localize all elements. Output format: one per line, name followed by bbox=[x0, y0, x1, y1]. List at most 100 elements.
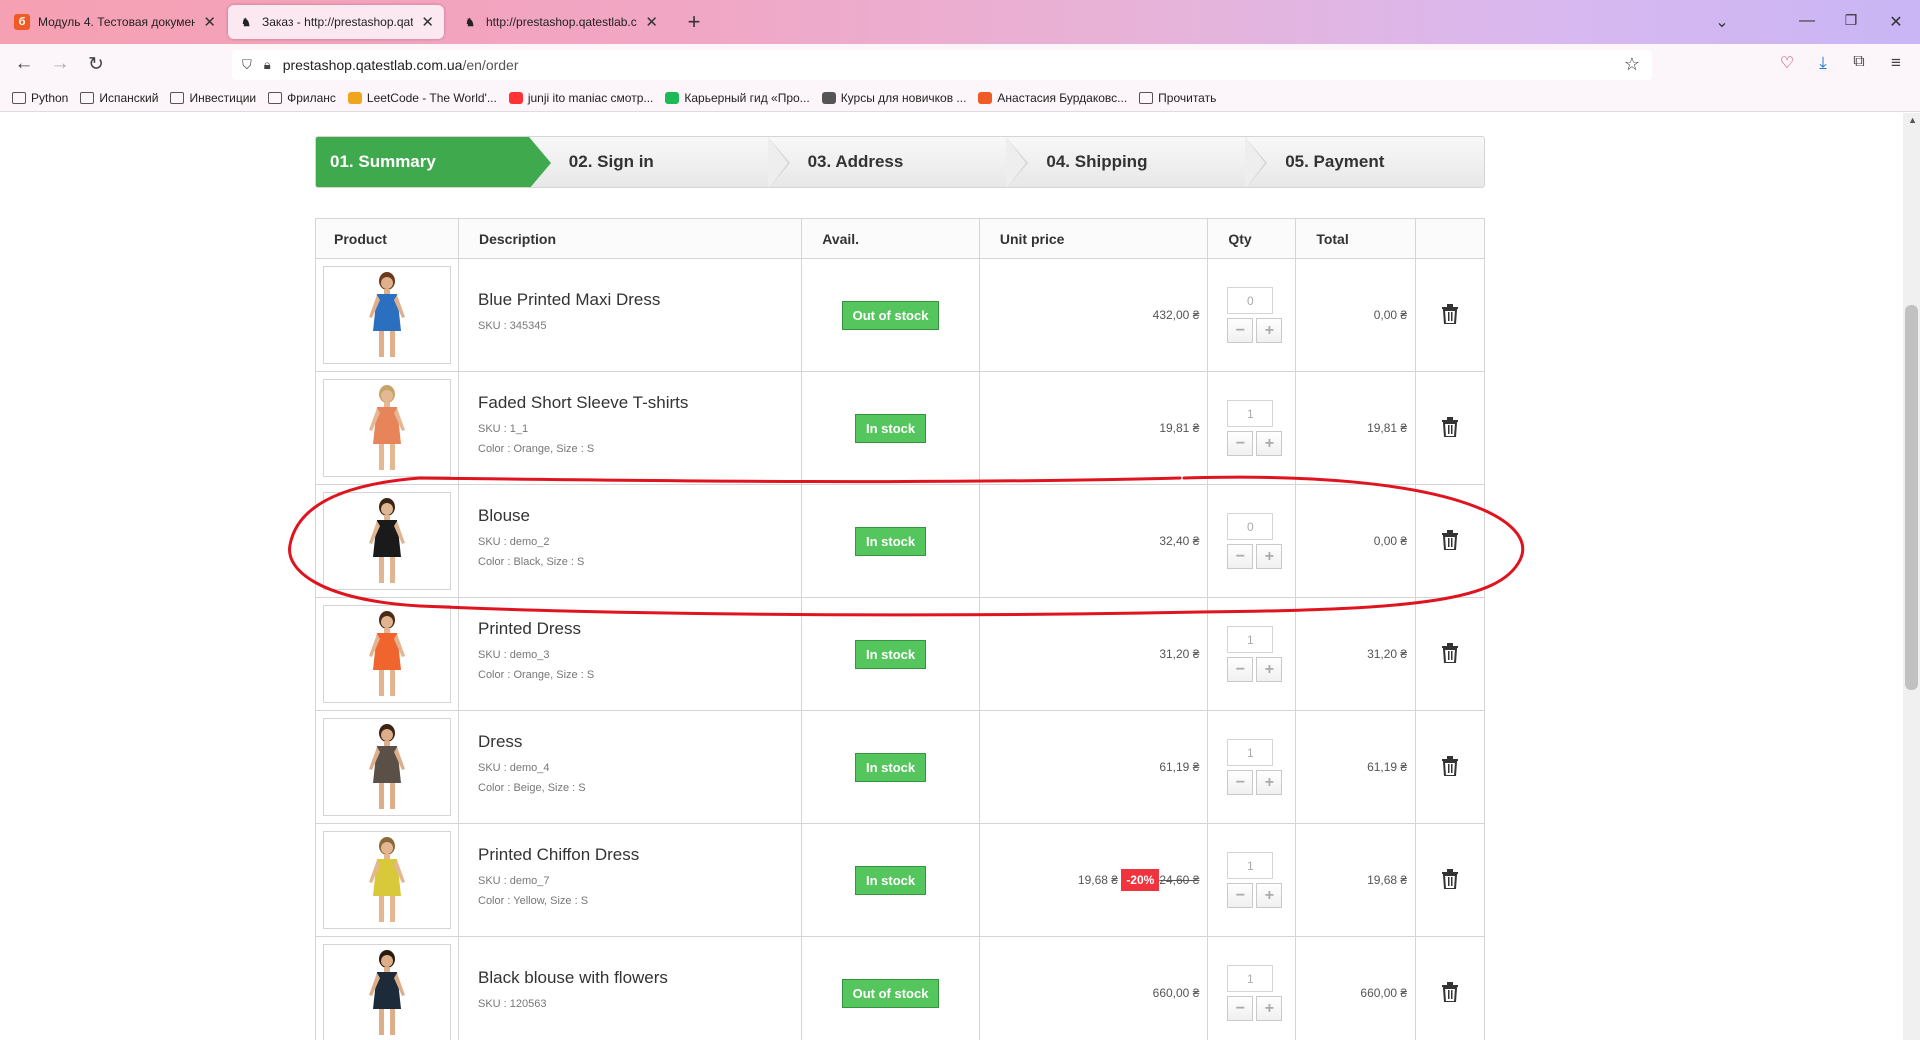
qty-increase-button[interactable]: + bbox=[1256, 657, 1283, 682]
qty-decrease-button[interactable]: − bbox=[1227, 544, 1254, 569]
step-summary[interactable]: 01. Summary bbox=[316, 137, 551, 187]
close-icon[interactable]: ✕ bbox=[645, 13, 658, 31]
product-image-cell bbox=[315, 371, 459, 485]
quantity-input[interactable]: 0 bbox=[1227, 287, 1274, 314]
trash-icon[interactable] bbox=[1441, 416, 1459, 440]
bookmark-item[interactable]: Прочитать bbox=[1139, 91, 1216, 105]
quantity-input[interactable]: 0 bbox=[1227, 513, 1274, 540]
quantity-input[interactable]: 1 bbox=[1227, 400, 1274, 427]
qty-increase-button[interactable]: + bbox=[1256, 544, 1283, 569]
product-name-link[interactable]: Blouse bbox=[478, 506, 801, 526]
product-name-link[interactable]: Black blouse with flowers bbox=[478, 968, 801, 988]
browser-tab-active[interactable]: ♞ Заказ - http://prestashop.qates ✕ bbox=[228, 5, 444, 39]
bookmark-item[interactable]: Испанский bbox=[80, 91, 158, 105]
qty-decrease-button[interactable]: − bbox=[1227, 657, 1254, 682]
quantity-input[interactable]: 1 bbox=[1227, 852, 1274, 879]
close-icon[interactable]: ✕ bbox=[203, 13, 216, 31]
browser-tab[interactable]: б Модуль 4. Тестовая документа ✕ bbox=[4, 5, 226, 39]
product-name-link[interactable]: Printed Chiffon Dress bbox=[478, 845, 801, 865]
back-icon[interactable]: ← bbox=[12, 53, 36, 75]
trash-icon[interactable] bbox=[1441, 303, 1459, 327]
qty-increase-button[interactable]: + bbox=[1256, 996, 1283, 1021]
minimize-icon[interactable]: — bbox=[1797, 12, 1817, 30]
qty-decrease-button[interactable]: − bbox=[1227, 431, 1254, 456]
tab-list-icon[interactable]: ⌄ bbox=[1712, 12, 1732, 32]
restore-icon[interactable]: ❐ bbox=[1841, 12, 1861, 29]
total-cell: 31,20 ₴ bbox=[1295, 597, 1417, 711]
product-image[interactable] bbox=[323, 492, 451, 590]
qty-decrease-button[interactable]: − bbox=[1227, 996, 1254, 1021]
address-bar[interactable]: ⛉ 🔒︎ prestashop.qatestlab.com.ua/en/orde… bbox=[232, 50, 1652, 80]
qty-increase-button[interactable]: + bbox=[1256, 431, 1283, 456]
product-image[interactable] bbox=[323, 605, 451, 703]
menu-icon[interactable]: ≡ bbox=[1884, 53, 1908, 73]
reload-icon[interactable]: ↻ bbox=[84, 53, 108, 76]
trash-icon[interactable] bbox=[1441, 868, 1459, 892]
availability-cell: Out of stock bbox=[801, 258, 980, 372]
browser-chrome: б Модуль 4. Тестовая документа ✕ ♞ Заказ… bbox=[0, 0, 1920, 113]
product-name-link[interactable]: Dress bbox=[478, 732, 801, 752]
product-image[interactable] bbox=[323, 831, 451, 929]
scrollbar-thumb[interactable] bbox=[1905, 305, 1918, 690]
qty-increase-button[interactable]: + bbox=[1256, 318, 1283, 343]
step-address[interactable]: 03. Address bbox=[768, 137, 1029, 187]
product-name-link[interactable]: Faded Short Sleeve T-shirts bbox=[478, 393, 801, 413]
bookmark-item[interactable]: Инвестиции bbox=[170, 91, 256, 105]
availability-cell: In stock bbox=[801, 823, 980, 937]
bookmark-item[interactable]: Python bbox=[12, 91, 68, 105]
column-header-product: Product bbox=[315, 218, 459, 259]
site-info-icon[interactable]: 🔒︎ bbox=[264, 57, 271, 73]
new-tab-icon[interactable]: + bbox=[684, 9, 704, 35]
step-shipping[interactable]: 04. Shipping bbox=[1006, 137, 1267, 187]
bookmark-star-icon[interactable]: ☆ bbox=[1624, 54, 1640, 75]
quantity-input[interactable]: 1 bbox=[1227, 739, 1274, 766]
bookmark-item[interactable]: LeetCode - The World'... bbox=[347, 91, 497, 105]
close-icon[interactable]: ✕ bbox=[421, 13, 434, 31]
trash-icon[interactable] bbox=[1441, 755, 1459, 779]
product-name-link[interactable]: Blue Printed Maxi Dress bbox=[478, 290, 801, 310]
product-image[interactable] bbox=[323, 718, 451, 816]
trash-icon[interactable] bbox=[1441, 529, 1459, 553]
bookmark-item[interactable]: junji ito maniac смотр... bbox=[508, 91, 653, 105]
product-name-link[interactable]: Printed Dress bbox=[478, 619, 801, 639]
site-favicon-icon bbox=[347, 91, 362, 104]
product-image[interactable] bbox=[323, 944, 451, 1040]
bookmark-item[interactable]: Курсы для новичков ... bbox=[821, 91, 966, 105]
qty-decrease-button[interactable]: − bbox=[1227, 318, 1254, 343]
close-window-icon[interactable]: ✕ bbox=[1886, 12, 1906, 32]
product-image[interactable] bbox=[323, 266, 451, 364]
browser-tab[interactable]: ♞ http://prestashop.qatestlab.con ✕ bbox=[452, 5, 668, 39]
cart-table: Product Description Avail. Unit price Qt… bbox=[315, 218, 1485, 1040]
extensions-icon[interactable]: ⧉ bbox=[1847, 53, 1871, 71]
bookmarks-bar: Python Испанский Инвестиции Фриланс LeetCode… bbox=[0, 84, 1920, 112]
quantity-input[interactable]: 1 bbox=[1227, 965, 1274, 992]
scroll-up-arrow-icon[interactable]: ▲ bbox=[1908, 115, 1917, 125]
product-description-cell: Faded Short Sleeve T-shirts SKU : 1_1 Colo… bbox=[457, 371, 803, 485]
trash-icon[interactable] bbox=[1441, 642, 1459, 666]
tab-favicon-icon: ♞ bbox=[465, 16, 475, 29]
step-sign-in[interactable]: 02. Sign in bbox=[529, 137, 790, 187]
tab-favicon-icon: ♞ bbox=[241, 16, 251, 29]
bookmark-item[interactable]: Фриланс bbox=[268, 91, 336, 105]
step-payment[interactable]: 05. Payment bbox=[1245, 137, 1484, 187]
qty-decrease-button[interactable]: − bbox=[1227, 770, 1254, 795]
qty-increase-button[interactable]: + bbox=[1256, 883, 1283, 908]
pocket-icon[interactable]: ♡ bbox=[1775, 53, 1799, 73]
delete-cell bbox=[1415, 597, 1485, 711]
product-image[interactable] bbox=[323, 379, 451, 477]
bookmark-item[interactable]: Карьерный гид «Про... bbox=[665, 91, 810, 105]
tab-title: http://prestashop.qatestlab.con bbox=[486, 15, 638, 29]
product-sku: SKU : 345345 bbox=[478, 320, 547, 332]
availability-cell: Out of stock bbox=[801, 936, 980, 1040]
availability-badge: In stock bbox=[854, 526, 927, 556]
shield-icon[interactable]: ⛉ bbox=[242, 57, 252, 73]
trash-icon[interactable] bbox=[1441, 981, 1459, 1005]
qty-increase-button[interactable]: + bbox=[1256, 770, 1283, 795]
quantity-input[interactable]: 1 bbox=[1227, 626, 1274, 653]
downloads-icon[interactable]: ⤓ bbox=[1811, 53, 1835, 73]
qty-decrease-button[interactable]: − bbox=[1227, 883, 1254, 908]
product-image-cell bbox=[315, 710, 459, 824]
product-image-cell bbox=[315, 597, 459, 711]
forward-icon[interactable]: → bbox=[48, 53, 72, 75]
bookmark-item[interactable]: Анастасия Бурдаковс... bbox=[978, 91, 1127, 105]
